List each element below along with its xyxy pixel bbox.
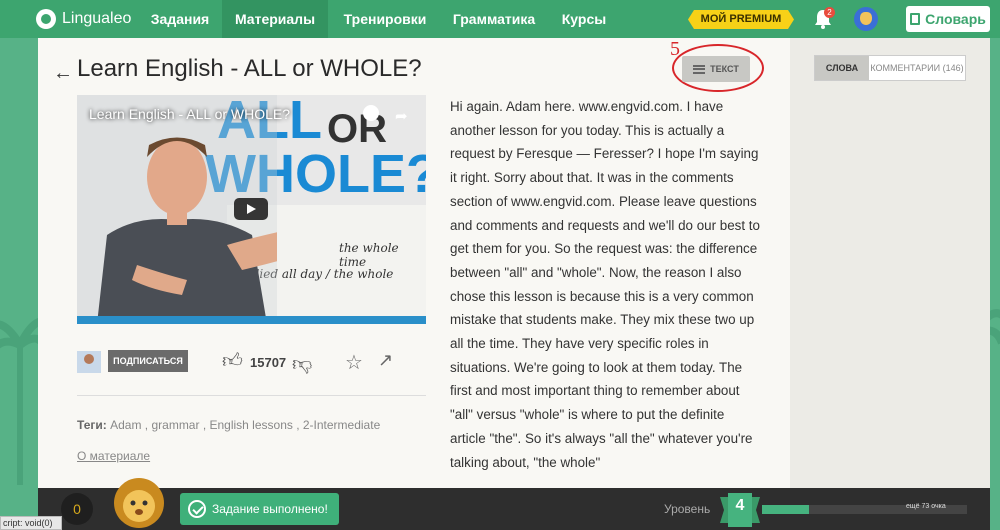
meatballs-counter[interactable]: 0 — [61, 493, 93, 525]
text-toggle-label: ТЕКСТ — [710, 64, 739, 74]
nav-item-grammar[interactable]: Грамматика — [444, 0, 544, 38]
like-icon[interactable]: 👍︎ — [222, 349, 243, 373]
video-player[interactable]: ALL OR WHOLE? the whole time studied all… — [77, 95, 426, 324]
toast-text: Задание выполнено! — [212, 502, 328, 516]
lingualeo-logo-icon — [36, 9, 56, 29]
video-progress-strip — [77, 316, 426, 324]
play-icon[interactable] — [234, 198, 268, 220]
tags-list[interactable]: Adam , grammar , English lessons , 2-Int… — [110, 418, 380, 432]
check-circle-icon — [188, 500, 206, 518]
nav-item-materials[interactable]: Материалы — [222, 0, 328, 38]
nav-item-courses[interactable]: Курсы — [556, 0, 612, 38]
watch-later-icon[interactable] — [363, 105, 379, 121]
tags-line: Теги: Adam , grammar , English lessons ,… — [77, 418, 380, 432]
palm-tree-left — [0, 317, 40, 485]
sidebar-tabs: СЛОВА КОММЕНТАРИИ (146) — [814, 55, 966, 81]
transcript-text[interactable]: Hi again. Adam here. www.engvid.com. I h… — [450, 95, 760, 485]
video-title: Learn English - ALL or WHOLE? — [89, 106, 291, 122]
dislike-icon[interactable]: 👎︎ — [292, 352, 312, 376]
level-number: 4 — [735, 497, 745, 514]
right-sidebar: СЛОВА КОММЕНТАРИИ (146) — [790, 38, 990, 488]
video-share-icon[interactable]: ➦ — [395, 107, 408, 125]
dictionary-label: Словарь — [925, 11, 986, 27]
premium-badge[interactable]: МОЙ PREMIUM — [688, 10, 794, 29]
user-avatar[interactable] — [854, 7, 878, 31]
about-material-link[interactable]: О материале — [77, 449, 150, 463]
likes-count: 15707 — [250, 355, 287, 370]
nav-item-tasks[interactable]: Задания — [140, 0, 220, 38]
tab-words[interactable]: СЛОВА — [815, 56, 869, 80]
progress-remaining-label: ещё 73 очка — [906, 503, 946, 510]
logo-text: Lingualeo — [62, 10, 132, 27]
favorite-star-icon[interactable]: ☆ — [345, 350, 363, 375]
top-navigation: Lingualeo Задания Материалы Тренировки Г… — [0, 0, 1000, 38]
back-arrow-icon[interactable]: ← — [53, 62, 73, 85]
subscribe-button[interactable]: ПОДПИСАТЬСЯ — [108, 350, 188, 372]
tab-comments[interactable]: КОММЕНТАРИИ (146) — [869, 56, 965, 80]
level-progress-fill — [762, 505, 810, 514]
dictionary-button[interactable]: Словарь — [906, 6, 990, 32]
lingualeo-logo[interactable]: Lingualeo — [36, 8, 131, 30]
dictionary-icon — [910, 13, 921, 25]
notification-count-badge: 2 — [824, 7, 835, 18]
browser-status-bar: cript: void(0) — [0, 516, 62, 530]
nav-item-trainings[interactable]: Тренировки — [334, 0, 436, 38]
task-complete-toast[interactable]: Задание выполнено! — [180, 493, 339, 525]
material-panel: ← Learn English - ALL or WHOLE? 5 ТЕКСТ … — [38, 38, 790, 488]
page-title: Learn English - ALL or WHOLE? — [77, 55, 422, 82]
board-line-1: the whole time — [339, 241, 399, 269]
tags-label: Теги: — [77, 418, 107, 432]
text-lines-icon — [693, 64, 706, 74]
share-icon[interactable]: ↗ — [378, 350, 393, 371]
author-avatar[interactable] — [77, 351, 101, 373]
lion-mascot-icon[interactable] — [112, 476, 166, 530]
divider — [77, 395, 426, 396]
level-label: Уровень — [664, 502, 711, 516]
text-toggle-button[interactable]: ТЕКСТ — [682, 56, 750, 82]
